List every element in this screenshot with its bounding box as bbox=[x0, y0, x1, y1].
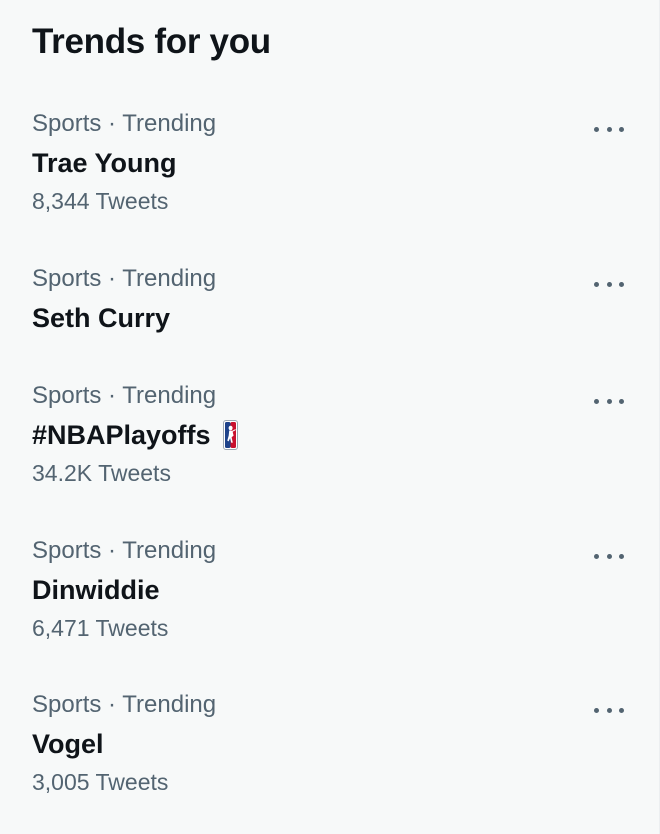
more-dot bbox=[619, 281, 624, 287]
more-dot bbox=[594, 707, 599, 713]
trend-item-seth-curry[interactable]: Sports · Trending Seth Curry bbox=[0, 263, 660, 343]
trend-item-vogel[interactable]: Sports · Trending Vogel 3,005 Tweets bbox=[0, 689, 660, 817]
more-dot bbox=[619, 126, 624, 132]
more-options-icon[interactable] bbox=[594, 549, 624, 563]
trend-name: Vogel bbox=[32, 727, 660, 761]
trend-name-text: Seth Curry bbox=[32, 303, 171, 333]
more-dot bbox=[619, 707, 624, 713]
trend-item-nbaplayoffs[interactable]: Sports · Trending #NBAPlayoffs 34.2K Twe… bbox=[0, 380, 660, 508]
trend-category: Sports · Trending bbox=[32, 691, 217, 718]
more-options-icon[interactable] bbox=[594, 122, 624, 136]
nba-logo-icon bbox=[222, 420, 238, 450]
trend-category: Sports · Trending bbox=[32, 110, 217, 137]
more-dot bbox=[594, 398, 599, 404]
trend-name-text: Vogel bbox=[32, 729, 104, 759]
trend-item-dinwiddie[interactable]: Sports · Trending Dinwiddie 6,471 Tweets bbox=[0, 535, 660, 663]
more-dot bbox=[619, 398, 624, 404]
more-options-icon[interactable] bbox=[594, 394, 624, 408]
trend-tweet-count: 8,344 Tweets bbox=[32, 188, 169, 214]
trend-category: Sports · Trending bbox=[32, 265, 217, 292]
trend-category: Sports · Trending bbox=[32, 382, 217, 409]
trend-name: Dinwiddie bbox=[32, 573, 660, 607]
panel-title: Trends for you bbox=[32, 22, 271, 61]
more-dot bbox=[606, 126, 612, 132]
trend-name: Seth Curry bbox=[32, 301, 660, 335]
trends-panel: Trends for you Sports · Trending Trae Yo… bbox=[0, 0, 660, 834]
trend-tweet-count: 6,471 Tweets bbox=[32, 615, 169, 641]
more-options-icon[interactable] bbox=[594, 703, 624, 717]
trend-name-text: Dinwiddie bbox=[32, 575, 160, 605]
more-dot bbox=[606, 281, 612, 287]
more-dot bbox=[619, 553, 624, 559]
more-dot bbox=[606, 553, 612, 559]
more-options-icon[interactable] bbox=[594, 277, 624, 291]
trend-name-text: Trae Young bbox=[32, 148, 177, 178]
trend-name-text: #NBAPlayoffs bbox=[32, 420, 211, 450]
trend-tweet-count: 3,005 Tweets bbox=[32, 769, 169, 795]
trend-name: #NBAPlayoffs bbox=[32, 418, 660, 452]
more-dot bbox=[606, 707, 612, 713]
trend-item-trae-young[interactable]: Sports · Trending Trae Young 8,344 Tweet… bbox=[0, 108, 660, 236]
trend-name: Trae Young bbox=[32, 146, 660, 180]
more-dot bbox=[594, 553, 599, 559]
more-dot bbox=[594, 126, 599, 132]
more-dot bbox=[594, 281, 599, 287]
trend-tweet-count: 34.2K Tweets bbox=[32, 460, 171, 486]
trend-category: Sports · Trending bbox=[32, 537, 217, 564]
more-dot bbox=[606, 398, 612, 404]
